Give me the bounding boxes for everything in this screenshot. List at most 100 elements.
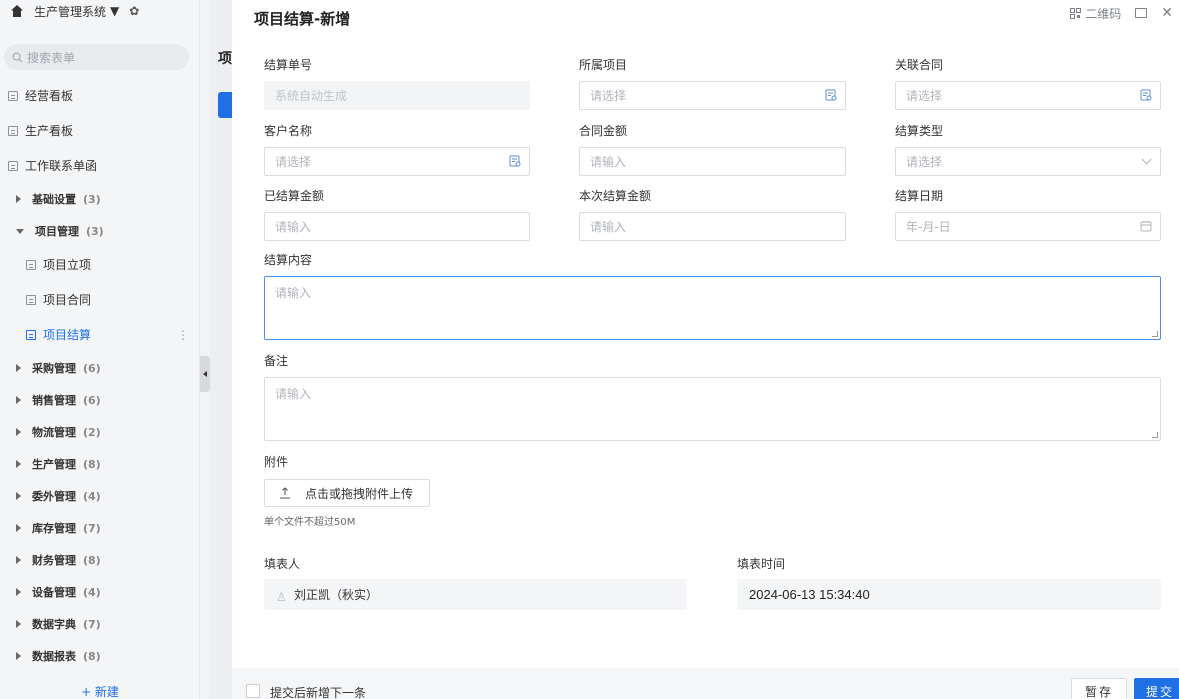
form-picker-icon[interactable] <box>825 89 837 101</box>
field-customer: 客户名称 请选择 <box>264 122 530 176</box>
sidebar-group-equipment[interactable]: 设备管理 (4) <box>0 576 199 608</box>
customer-select[interactable]: 请选择 <box>264 147 530 176</box>
sidebar-group-outsourcing[interactable]: 委外管理 (4) <box>0 480 199 512</box>
sidebar-group-finance[interactable]: 财务管理 (8) <box>0 544 199 576</box>
sidebar-group-basic-settings[interactable]: 基础设置 (3) <box>0 183 199 215</box>
continue-add-checkbox[interactable] <box>246 684 260 698</box>
caret-left-icon <box>203 371 207 377</box>
group-count: (6) <box>83 361 101 375</box>
filler-value-box: ♙ 刘正凯（秋实） <box>264 579 687 610</box>
maximize-icon[interactable] <box>1135 8 1148 18</box>
group-count: (8) <box>83 553 101 567</box>
current-amount-input[interactable]: 请输入 <box>579 212 846 241</box>
sidebar-item-business-board[interactable]: 经营看板 <box>0 78 199 113</box>
group-count: (7) <box>83 521 101 535</box>
qr-code-button[interactable]: 二维码 <box>1070 5 1121 22</box>
close-icon[interactable]: ✕ <box>1161 5 1173 21</box>
settle-date-placeholder: 年-月-日 <box>906 220 951 234</box>
sidebar-item-label: 项目合同 <box>43 293 92 307</box>
more-vertical-icon[interactable]: ⋮ <box>177 328 189 342</box>
settle-no-placeholder: 系统自动生成 <box>275 89 348 103</box>
caret-right-icon <box>16 524 21 532</box>
form-picker-icon[interactable] <box>509 155 521 167</box>
field-attachment: 附件 点击或拖拽附件上传 单个文件不超过50M <box>264 453 564 528</box>
contract-amount-label: 合同金额 <box>579 124 628 138</box>
group-label: 委外管理 <box>32 490 76 503</box>
calendar-icon[interactable] <box>1140 220 1152 232</box>
settle-type-placeholder: 请选择 <box>906 155 943 169</box>
remark-label: 备注 <box>264 354 289 368</box>
sidebar-group-dictionary[interactable]: 数据字典 (7) <box>0 608 199 640</box>
sidebar-item-production-board[interactable]: 生产看板 <box>0 113 199 148</box>
group-label: 基础设置 <box>32 193 76 206</box>
sidebar-top-bar: 生产管理系统 ▼ ✿ <box>0 0 199 22</box>
upload-hint: 单个文件不超过50M <box>264 517 356 528</box>
form-picker-icon[interactable] <box>1140 89 1152 101</box>
field-filler: 填表人 ♙ 刘正凯（秋实） <box>264 555 687 610</box>
contract-select[interactable]: 请选择 <box>895 81 1161 110</box>
group-label: 数据字典 <box>32 618 76 631</box>
sidebar-group-purchase[interactable]: 采购管理 (6) <box>0 352 199 384</box>
remark-textarea[interactable]: 请输入 <box>264 377 1161 441</box>
project-select[interactable]: 请选择 <box>579 81 846 110</box>
sidebar-group-sales[interactable]: 销售管理 (6) <box>0 384 199 416</box>
sidebar-group-reports[interactable]: 数据报表 (8) <box>0 640 199 672</box>
search-input[interactable]: 搜索表单 <box>4 44 189 70</box>
current-amount-label: 本次结算金额 <box>579 189 652 203</box>
form-icon <box>26 329 36 340</box>
modal-header-actions: 二维码 ✕ <box>1070 0 1179 26</box>
sidebar-item-project-contract[interactable]: 项目合同 <box>0 282 199 317</box>
upload-button[interactable]: 点击或拖拽附件上传 <box>264 479 430 507</box>
sidebar-group-project-management[interactable]: 项目管理 (3) <box>0 215 199 247</box>
group-label: 项目管理 <box>35 225 79 238</box>
sidebar-item-project-settlement[interactable]: 项目结算 ⋮ <box>0 317 199 352</box>
submit-button[interactable]: 提交 <box>1134 678 1179 699</box>
form-icon <box>8 90 18 101</box>
caret-right-icon <box>16 588 21 596</box>
group-count: (7) <box>83 617 101 631</box>
sidebar-group-production[interactable]: 生产管理 (8) <box>0 448 199 480</box>
modal-header: 项目结算-新增 二维码 ✕ <box>232 0 1179 36</box>
sidebar-group-inventory[interactable]: 库存管理 (7) <box>0 512 199 544</box>
group-count: (4) <box>83 489 101 503</box>
contract-placeholder: 请选择 <box>906 89 943 103</box>
caret-right-icon <box>16 556 21 564</box>
group-count: (3) <box>86 224 104 238</box>
sidebar-item-project-setup[interactable]: 项目立项 <box>0 247 199 282</box>
caret-right-icon <box>16 620 21 628</box>
group-count: (2) <box>83 425 101 439</box>
contract-amount-input[interactable]: 请输入 <box>579 147 846 176</box>
settle-type-select[interactable]: 请选择 <box>895 147 1161 176</box>
form-icon <box>26 294 36 305</box>
field-contract-amount: 合同金额 请输入 <box>579 122 846 176</box>
home-icon[interactable] <box>10 4 24 18</box>
sidebar-group-logistics[interactable]: 物流管理 (2) <box>0 416 199 448</box>
contract-label: 关联合同 <box>895 58 944 72</box>
sidebar-item-work-contact[interactable]: 工作联系单函 <box>0 148 199 183</box>
upload-button-label: 点击或拖拽附件上传 <box>305 486 414 501</box>
group-label: 物流管理 <box>32 426 76 439</box>
resize-handle[interactable] <box>1152 432 1158 438</box>
settled-amount-input[interactable]: 请输入 <box>264 212 530 241</box>
search-icon <box>12 52 23 62</box>
settled-amount-placeholder: 请输入 <box>275 220 312 234</box>
group-label: 销售管理 <box>32 394 76 407</box>
current-amount-placeholder: 请输入 <box>590 220 627 234</box>
system-switcher[interactable]: 生产管理系统 ▼ <box>34 3 119 20</box>
caret-right-icon <box>16 195 21 203</box>
settle-date-input[interactable]: 年-月-日 <box>895 212 1161 241</box>
contract-amount-placeholder: 请输入 <box>590 155 627 169</box>
gear-icon[interactable]: ✿ <box>129 4 139 18</box>
field-project: 所属项目 请选择 <box>579 56 846 110</box>
settlement-modal: 项目结算-新增 二维码 ✕ 结算单号 系统自动生成 所属项目 请选择 关联合同 <box>232 0 1179 699</box>
sidebar: 生产管理系统 ▼ ✿ 搜索表单 经营看板 生产看板 工作联系单函 基础设置 (3… <box>0 0 200 699</box>
field-content: 结算内容 请输入 <box>264 251 1161 340</box>
resize-handle[interactable] <box>1152 331 1158 337</box>
caret-down-icon <box>16 228 24 234</box>
modal-footer: 提交后新增下一条 暂存 提交 <box>232 668 1179 699</box>
save-draft-button[interactable]: 暂存 <box>1071 678 1127 699</box>
content-textarea[interactable]: 请输入 <box>264 276 1161 340</box>
new-form-button[interactable]: + 新建 <box>0 683 200 699</box>
sidebar-collapse-handle[interactable] <box>200 356 210 392</box>
field-remark: 备注 请输入 <box>264 352 1161 441</box>
